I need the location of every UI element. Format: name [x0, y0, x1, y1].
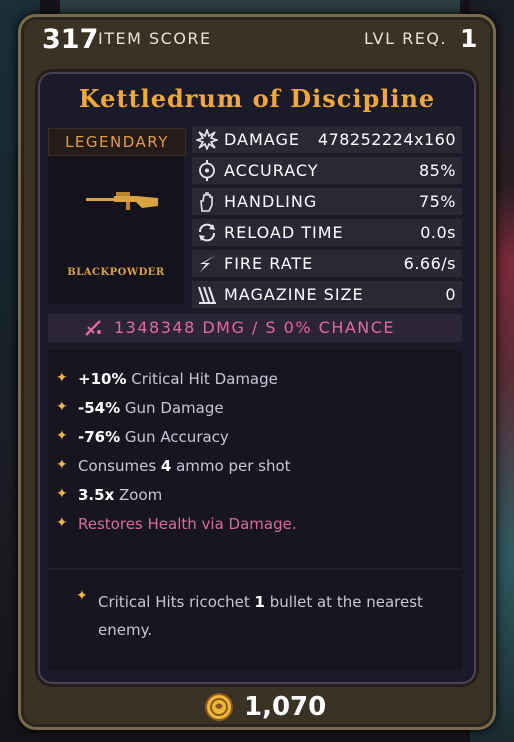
accuracy-crosshair-icon [199, 160, 215, 181]
stat-label: HANDLING [224, 192, 318, 211]
damage-burst-icon [196, 129, 218, 150]
weapon-preview: BLACKPOWDER [48, 156, 184, 304]
stat-label: MAGAZINE SIZE [224, 285, 364, 304]
item-score-label: ITEM SCORE [98, 29, 212, 48]
manufacturer-logo: BLACKPOWDER [67, 267, 165, 278]
stat-row-reload-time: RELOAD TIME 0.0s [192, 219, 462, 246]
sparkle-icon: ✦ [56, 515, 68, 531]
rifle-icon [86, 192, 158, 210]
item-name: Kettledrum of Discipline [78, 84, 436, 113]
reload-arrows-icon [199, 223, 215, 242]
stat-value: 6.66/s [403, 254, 456, 273]
perk-item: ✦ +10% Critical Hit Damage [56, 370, 278, 388]
stat-value: 478252224x160 [317, 130, 456, 149]
perk-item: ✦ 3.5x Zoom [56, 486, 163, 504]
rarity-badge: LEGENDARY [48, 128, 186, 156]
sparkle-icon: ✦ [56, 399, 68, 415]
sparkle-icon: ✦ [56, 486, 68, 502]
dps-bar: 1348348 DMG / S 0% CHANCE [48, 314, 462, 342]
price-display: 1,070 [200, 688, 340, 728]
perk-item: ✦ -54% Gun Damage [56, 399, 224, 417]
fire-rate-icon [200, 255, 216, 272]
stat-value: 75% [418, 192, 456, 211]
sparkle-icon: ✦ [76, 588, 88, 604]
price-value: 1,070 [244, 692, 327, 722]
perk-list: ✦ +10% Critical Hit Damage ✦ -54% Gun Dama… [48, 350, 462, 568]
dps-text: 1348348 DMG / S 0% CHANCE [114, 318, 396, 337]
special-ability: ✦ Critical Hits ricochet 1 bullet at the… [48, 570, 462, 670]
special-ability-text: Critical Hits ricochet 1 bullet at the n… [98, 593, 423, 639]
stat-label: ACCURACY [224, 161, 319, 180]
handling-hand-icon [200, 192, 213, 212]
magazine-claw-icon [198, 286, 216, 304]
sparkle-icon: ✦ [56, 428, 68, 444]
perk-item-healing: ✦ Restores Health via Damage. [56, 515, 297, 533]
stat-value: 85% [418, 161, 456, 180]
stat-row-fire-rate: FIRE RATE 6.66/s [192, 250, 462, 277]
sparkle-icon: ✦ [56, 370, 68, 386]
coin-icon [205, 693, 233, 721]
stat-value: 0.0s [420, 223, 456, 242]
stat-label: DAMAGE [224, 130, 300, 149]
stat-row-handling: HANDLING 75% [192, 188, 462, 215]
level-req-value: 1 [460, 24, 478, 53]
sparkle-icon: ✦ [56, 457, 68, 473]
level-req-label: LVL REQ. [364, 29, 448, 48]
perk-item: ✦ -76% Gun Accuracy [56, 428, 229, 446]
stat-value: 0 [445, 285, 456, 304]
stat-label: RELOAD TIME [224, 223, 344, 242]
item-score-value: 317 [42, 24, 99, 55]
stat-row-magazine-size: MAGAZINE SIZE 0 [192, 281, 462, 308]
item-card-header: 317 ITEM SCORE LVL REQ. 1 [28, 20, 486, 62]
stat-row-accuracy: ACCURACY 85% [192, 157, 462, 184]
healing-sword-icon [85, 320, 101, 336]
stat-label: FIRE RATE [224, 254, 314, 273]
stat-row-damage: DAMAGE 478252224x160 [192, 126, 462, 153]
perk-item: ✦ Consumes 4 ammo per shot [56, 457, 291, 475]
